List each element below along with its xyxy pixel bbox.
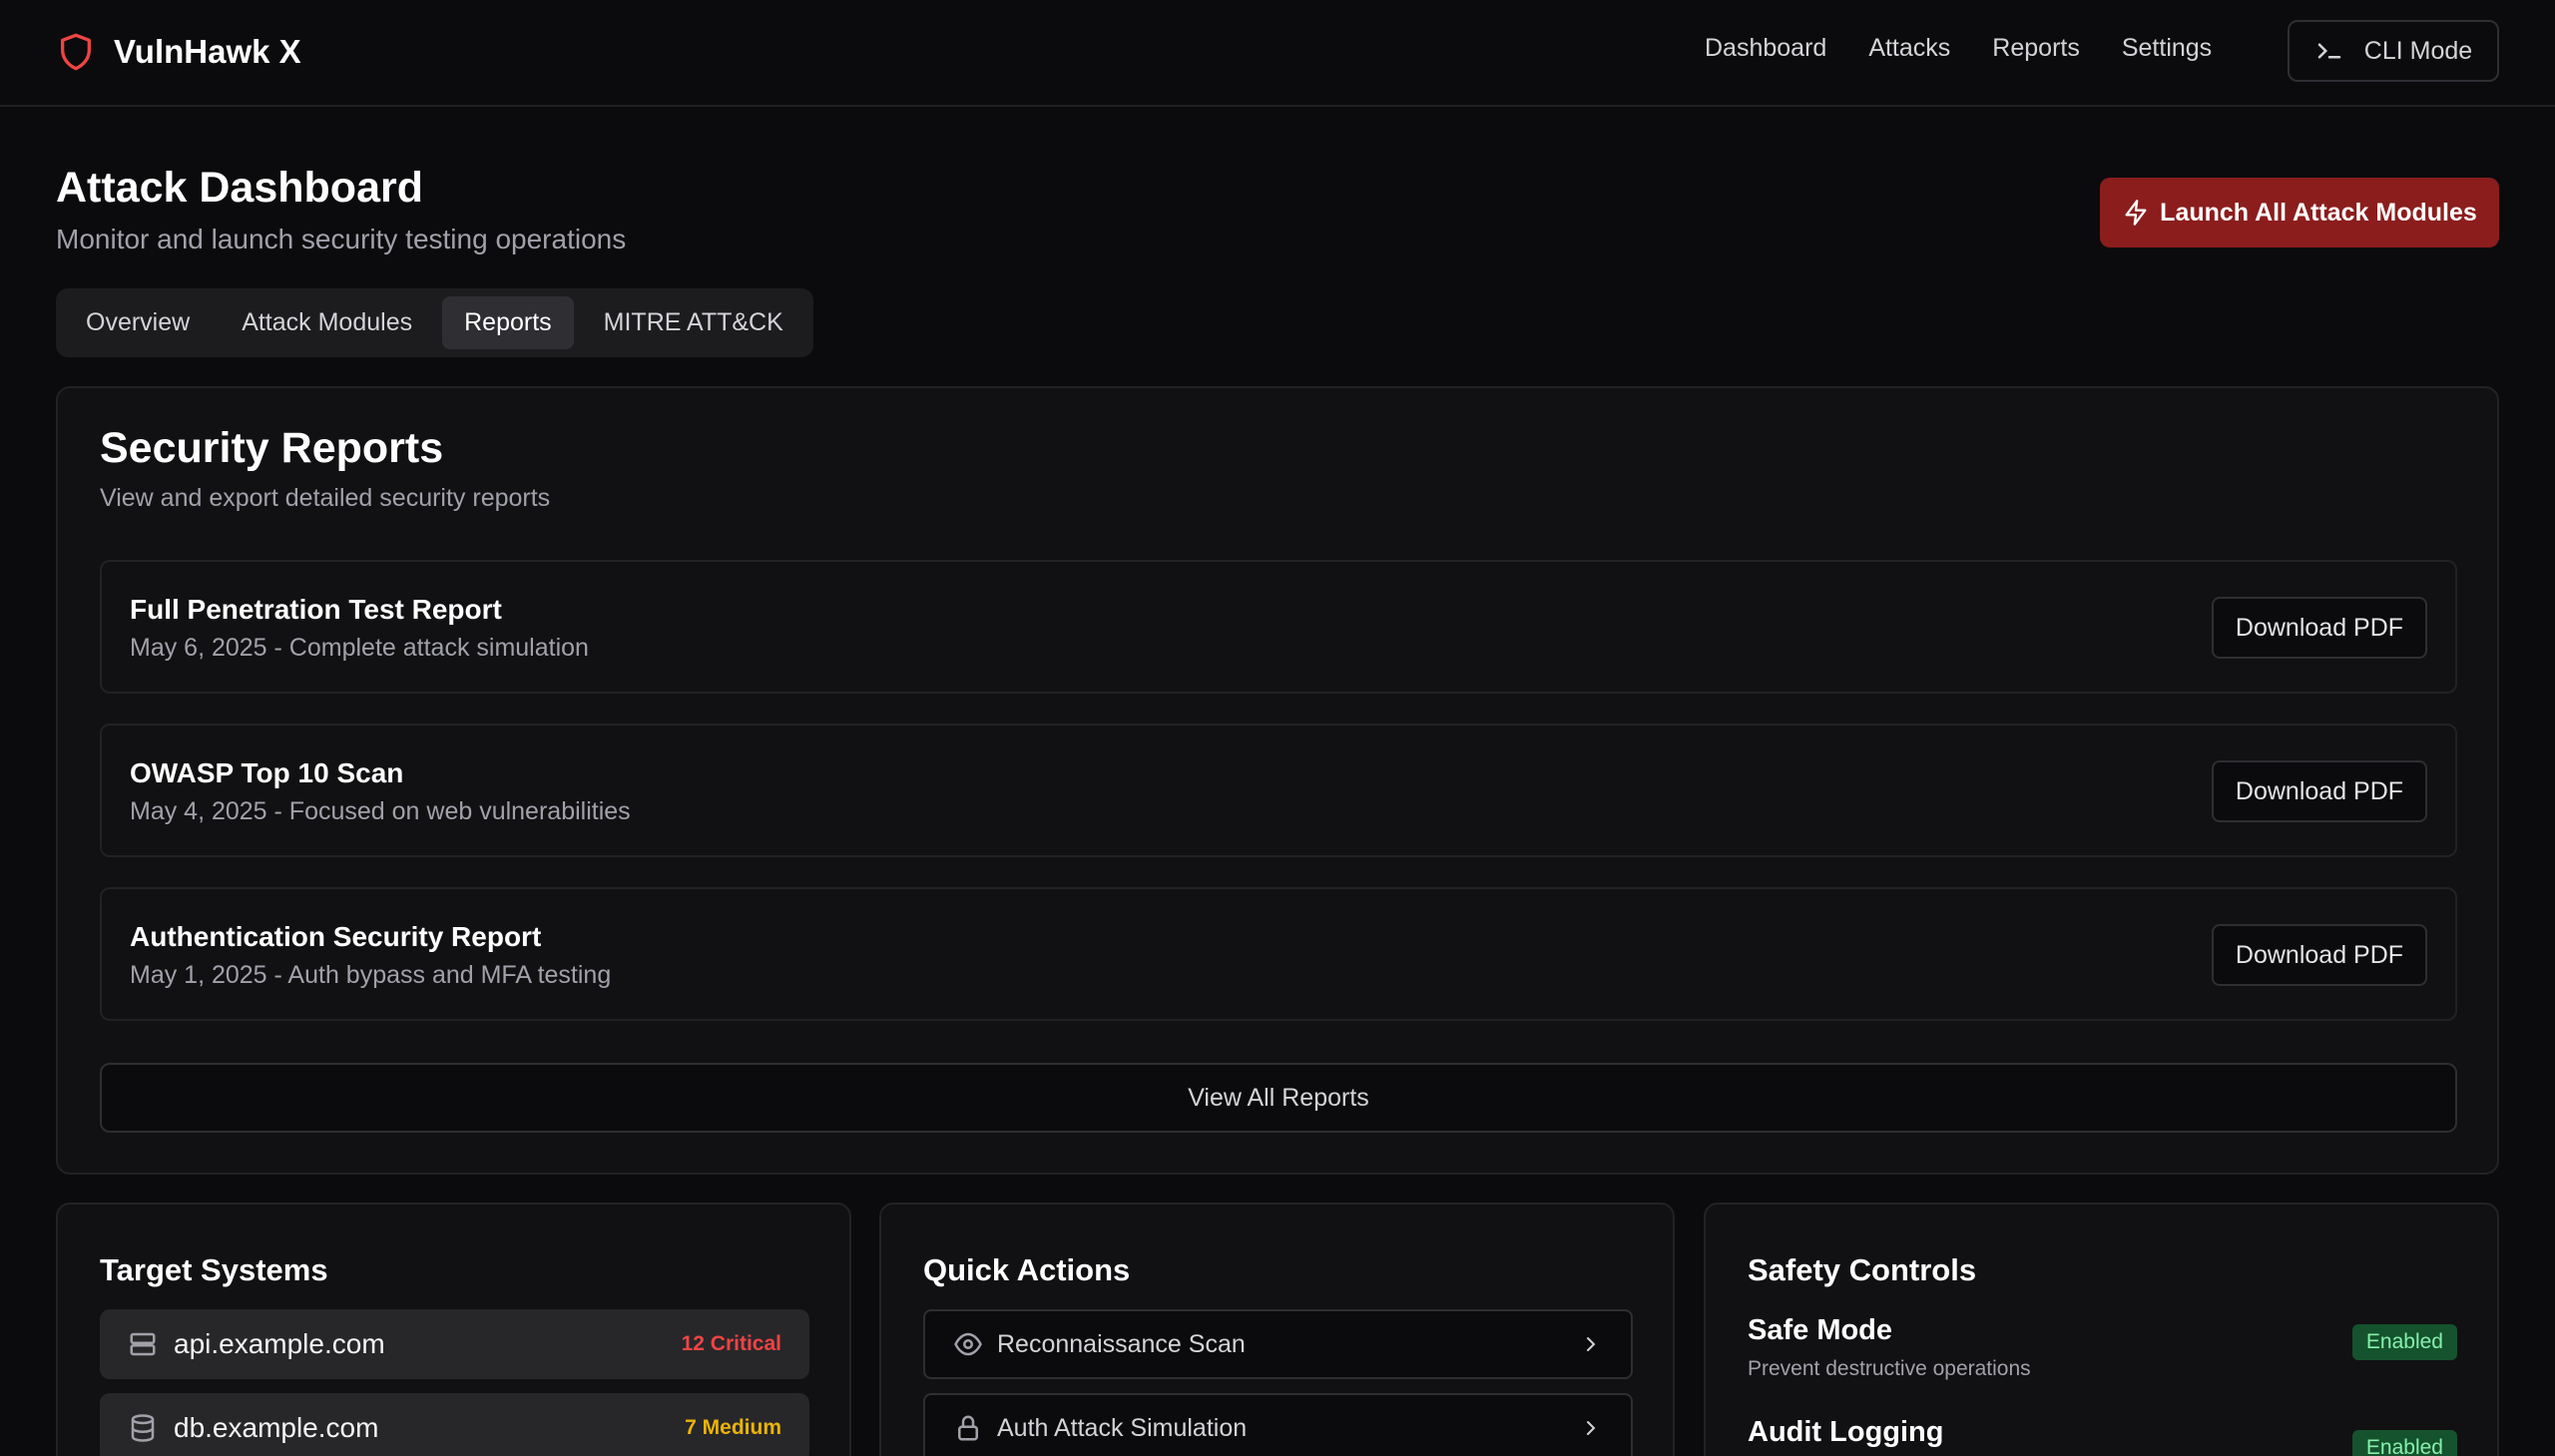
view-all-reports-button[interactable]: View All Reports (100, 1063, 2457, 1133)
chevron-right-icon (1587, 1421, 1596, 1435)
lightning-icon (2125, 200, 2147, 226)
page-title: Attack Dashboard (56, 164, 423, 212)
download-pdf-button[interactable]: Download PDF (2212, 597, 2427, 659)
nav-link-attacks[interactable]: Attacks (1868, 34, 1950, 63)
main-nav: Dashboard Attacks Reports Settings (1705, 34, 2212, 63)
safety-item-safe-mode: Safe Mode Prevent destructive operations… (1748, 1314, 2457, 1381)
download-pdf-button[interactable]: Download PDF (2212, 760, 2427, 822)
chevron-right-icon (1587, 1337, 1596, 1351)
tab-mitre-attack[interactable]: MITRE ATT&CK (582, 296, 805, 349)
target-host: api.example.com (174, 1328, 385, 1359)
safety-item-name: Audit Logging (1748, 1416, 1944, 1448)
report-description: May 1, 2025 - Auth bypass and MFA testin… (130, 961, 612, 989)
reports-subtitle: View and export detailed security report… (100, 484, 551, 512)
quick-action-label: Auth Attack Simulation (997, 1413, 1248, 1442)
cli-mode-button[interactable]: CLI Mode (2288, 20, 2499, 82)
reports-title: Security Reports (100, 424, 444, 472)
cli-mode-label: CLI Mode (2363, 36, 2473, 65)
report-name: Authentication Security Report (130, 921, 542, 952)
tab-reports[interactable]: Reports (442, 296, 574, 349)
quick-actions-title: Quick Actions (923, 1252, 1131, 1287)
terminal-icon (2317, 43, 2341, 59)
safety-controls-card: Safety Controls Safe Mode Prevent destru… (1704, 1203, 2499, 1456)
medium-badge: 7 Medium (685, 1416, 781, 1439)
brand-name: VulnHawk X (114, 33, 301, 70)
launch-all-label: Launch All Attack Modules (2160, 198, 2477, 227)
auth-attack-simulation-button[interactable]: Auth Attack Simulation (923, 1393, 1633, 1456)
top-navbar: VulnHawk X Dashboard Attacks Reports Set… (0, 0, 2555, 107)
report-description: May 4, 2025 - Focused on web vulnerabili… (130, 797, 631, 825)
tab-attack-modules[interactable]: Attack Modules (220, 296, 434, 349)
database-icon (131, 1414, 155, 1442)
safety-item-name: Safe Mode (1748, 1314, 1893, 1346)
nav-link-dashboard[interactable]: Dashboard (1705, 34, 1826, 63)
lock-icon (958, 1415, 978, 1441)
quick-actions-card: Quick Actions Reconnaissance Scan Auth A… (879, 1203, 1675, 1456)
target-systems-card: Target Systems api.example.com 12 Critic… (56, 1203, 851, 1456)
report-description: May 6, 2025 - Complete attack simulation (130, 634, 589, 662)
target-host: db.example.com (174, 1412, 379, 1443)
server-icon (130, 1332, 156, 1356)
nav-link-reports[interactable]: Reports (1992, 34, 2080, 63)
report-name: Full Penetration Test Report (130, 594, 502, 625)
tab-overview[interactable]: Overview (64, 296, 212, 349)
shield-icon (61, 33, 92, 71)
safety-item-description: Prevent destructive operations (1748, 1357, 2031, 1380)
nav-link-settings[interactable]: Settings (2122, 34, 2212, 63)
eye-icon (954, 1332, 982, 1356)
page-subtitle: Monitor and launch security testing oper… (56, 224, 627, 254)
status-badge[interactable]: Enabled (2351, 1430, 2457, 1456)
launch-all-button[interactable]: Launch All Attack Modules (2100, 178, 2499, 247)
safety-item-audit-logging: Audit Logging Enabled (1748, 1416, 2457, 1456)
report-item: Authentication Security Report May 1, 20… (100, 887, 2457, 1021)
target-item[interactable]: api.example.com 12 Critical (100, 1309, 809, 1379)
report-name: OWASP Top 10 Scan (130, 757, 404, 788)
target-item[interactable]: db.example.com 7 Medium (100, 1393, 809, 1456)
download-pdf-button[interactable]: Download PDF (2212, 924, 2427, 986)
tab-bar: Overview Attack Modules Reports MITRE AT… (56, 288, 813, 357)
quick-action-label: Reconnaissance Scan (997, 1329, 1246, 1358)
safety-controls-title: Safety Controls (1748, 1252, 1977, 1287)
reconnaissance-scan-button[interactable]: Reconnaissance Scan (923, 1309, 1633, 1379)
report-item: Full Penetration Test Report May 6, 2025… (100, 560, 2457, 694)
critical-badge: 12 Critical (681, 1332, 781, 1355)
report-item: OWASP Top 10 Scan May 4, 2025 - Focused … (100, 724, 2457, 857)
security-reports-card: Security Reports View and export detaile… (56, 386, 2499, 1175)
target-systems-title: Target Systems (100, 1252, 328, 1287)
status-badge[interactable]: Enabled (2351, 1324, 2457, 1360)
brand[interactable]: VulnHawk X (56, 30, 301, 74)
